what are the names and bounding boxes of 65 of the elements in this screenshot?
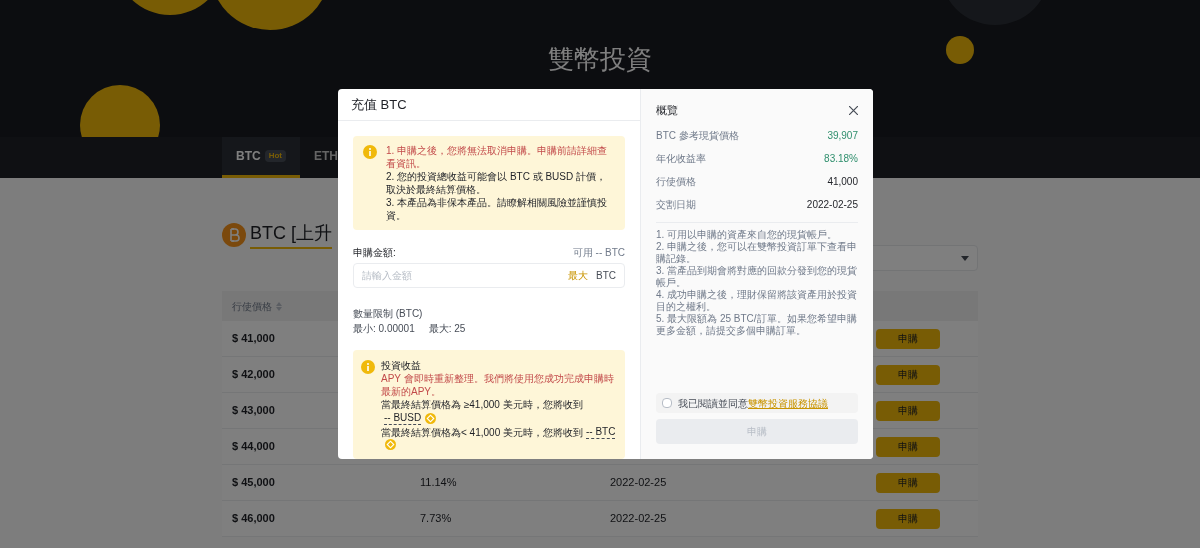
close-icon[interactable] (849, 105, 858, 115)
coin-icon (385, 439, 396, 450)
date-cell-text: 2022-02-25 (610, 475, 667, 491)
price-cell-text: $ 42,000 (231, 367, 275, 383)
note-text: 3. 當產品到期會將對應的回款分發到您的現貨帳戶。 (656, 264, 858, 289)
price-cell-text: $ 41,000 (231, 331, 275, 347)
section-title: BTC [上升 (250, 220, 332, 249)
unit-text: BTC (596, 269, 616, 283)
price-cell-text: $ 46,000 (231, 511, 275, 527)
subscribe-button[interactable]: 申購 (876, 436, 940, 457)
amount-field[interactable]: 請輸入金額 最大 BTC (353, 263, 625, 288)
earnings-title: 投資收益 (381, 359, 422, 372)
note-text: 2. 申購之後，您可以在雙幣投資訂單下查看申購記錄。 (656, 240, 858, 265)
limit-title: 數量限制 (BTC) (353, 307, 424, 321)
warning-text: 2. 您的投資總收益可能會以 BTC 或 BUSD 計價，取決於最終結算價格。 (386, 170, 607, 196)
available-text: 可用 -- BTC (572, 246, 625, 260)
bitcoin-icon (222, 222, 246, 247)
max-limit: 最大: 25 (428, 322, 466, 336)
subscribe-button[interactable]: 申購 (876, 400, 940, 421)
amount-label: 申購金額: (353, 246, 396, 260)
payout-text: 當最終結算價格為< 41,000 美元時，您將收到 (381, 425, 583, 439)
info-icon (361, 360, 375, 374)
subscribe-button[interactable]: 申購 (876, 328, 940, 349)
agreement-text: 我已閱讀並同意雙幣投資服務協議 (678, 396, 828, 411)
caret-icon (961, 255, 969, 261)
agreement-checkbox[interactable] (662, 398, 672, 408)
subscribe-button[interactable]: 申購 (876, 508, 940, 529)
note-text: 1. 可用以申購的資產來自您的現貨帳戶。 (656, 228, 839, 241)
overview-title: 概覽 (656, 103, 678, 118)
hot-badge: Hot (264, 150, 286, 162)
overview-value: 41,000 (827, 174, 858, 189)
info-icon (363, 145, 377, 159)
coin-tab[interactable]: ETH (300, 137, 352, 178)
warning-text: 3. 本產品為非保本產品。請瞭解相關風險並謹慎投資。 (386, 196, 609, 222)
overview-label: 交割日期 (656, 197, 696, 212)
apy-cell-text: 11.14% (420, 475, 457, 491)
note-text: 4. 成功申購之後，理財保留將該資產用於投資目的之權利。 (656, 288, 858, 313)
dialog-title: 充值 BTC (351, 95, 407, 114)
max-button[interactable]: 最大 (568, 268, 588, 283)
overview-value: 2022-02-25 (806, 197, 858, 212)
column-header[interactable]: 行使價格 (222, 298, 282, 314)
price-cell-text: $ 45,000 (231, 475, 275, 491)
page-title: 雙幣投資 (548, 43, 652, 76)
overview-label: 行使價格 (656, 174, 696, 189)
note-text: 5. 最大限額為 25 BTC/訂單。如果您希望申購更多金額，請提交多個申購訂單。 (656, 312, 858, 337)
apy-cell-text: 7.73% (420, 511, 452, 527)
min-limit: 最小: 0.00001 (353, 322, 415, 336)
payout-text: 當最終結算價格為 ≥41,000 美元時，您將收到 (381, 398, 583, 411)
overview-value: 39,907 (827, 128, 858, 143)
coin-tab[interactable]: BTC Hot (222, 137, 300, 178)
apy-note: APY 會即時重新整理。我們將使用您成功完成申購時最新的APY。 (381, 372, 615, 398)
subscribe-button[interactable]: 申購 (876, 472, 940, 493)
price-cell-text: $ 44,000 (231, 439, 275, 455)
warning-text: 1. 申購之後，您將無法取消申購。申購前請詳細查看資訊。 (386, 144, 609, 170)
overview-value: 83.18% (824, 151, 858, 166)
payout-amount: -- BUSD (384, 411, 422, 425)
price-cell-text: $ 43,000 (231, 403, 275, 419)
subscribe-button[interactable]: 申購 (876, 364, 940, 385)
payout-amount: -- BTC (586, 425, 616, 439)
coin-icon (425, 412, 437, 424)
overview-label: BTC 參考現貨價格 (656, 128, 739, 143)
date-cell-text: 2022-02-25 (610, 511, 667, 527)
agreement-link[interactable]: 雙幣投資服務協議 (748, 397, 828, 409)
sort-icon (276, 301, 282, 311)
overview-label: 年化收益率 (656, 151, 706, 166)
